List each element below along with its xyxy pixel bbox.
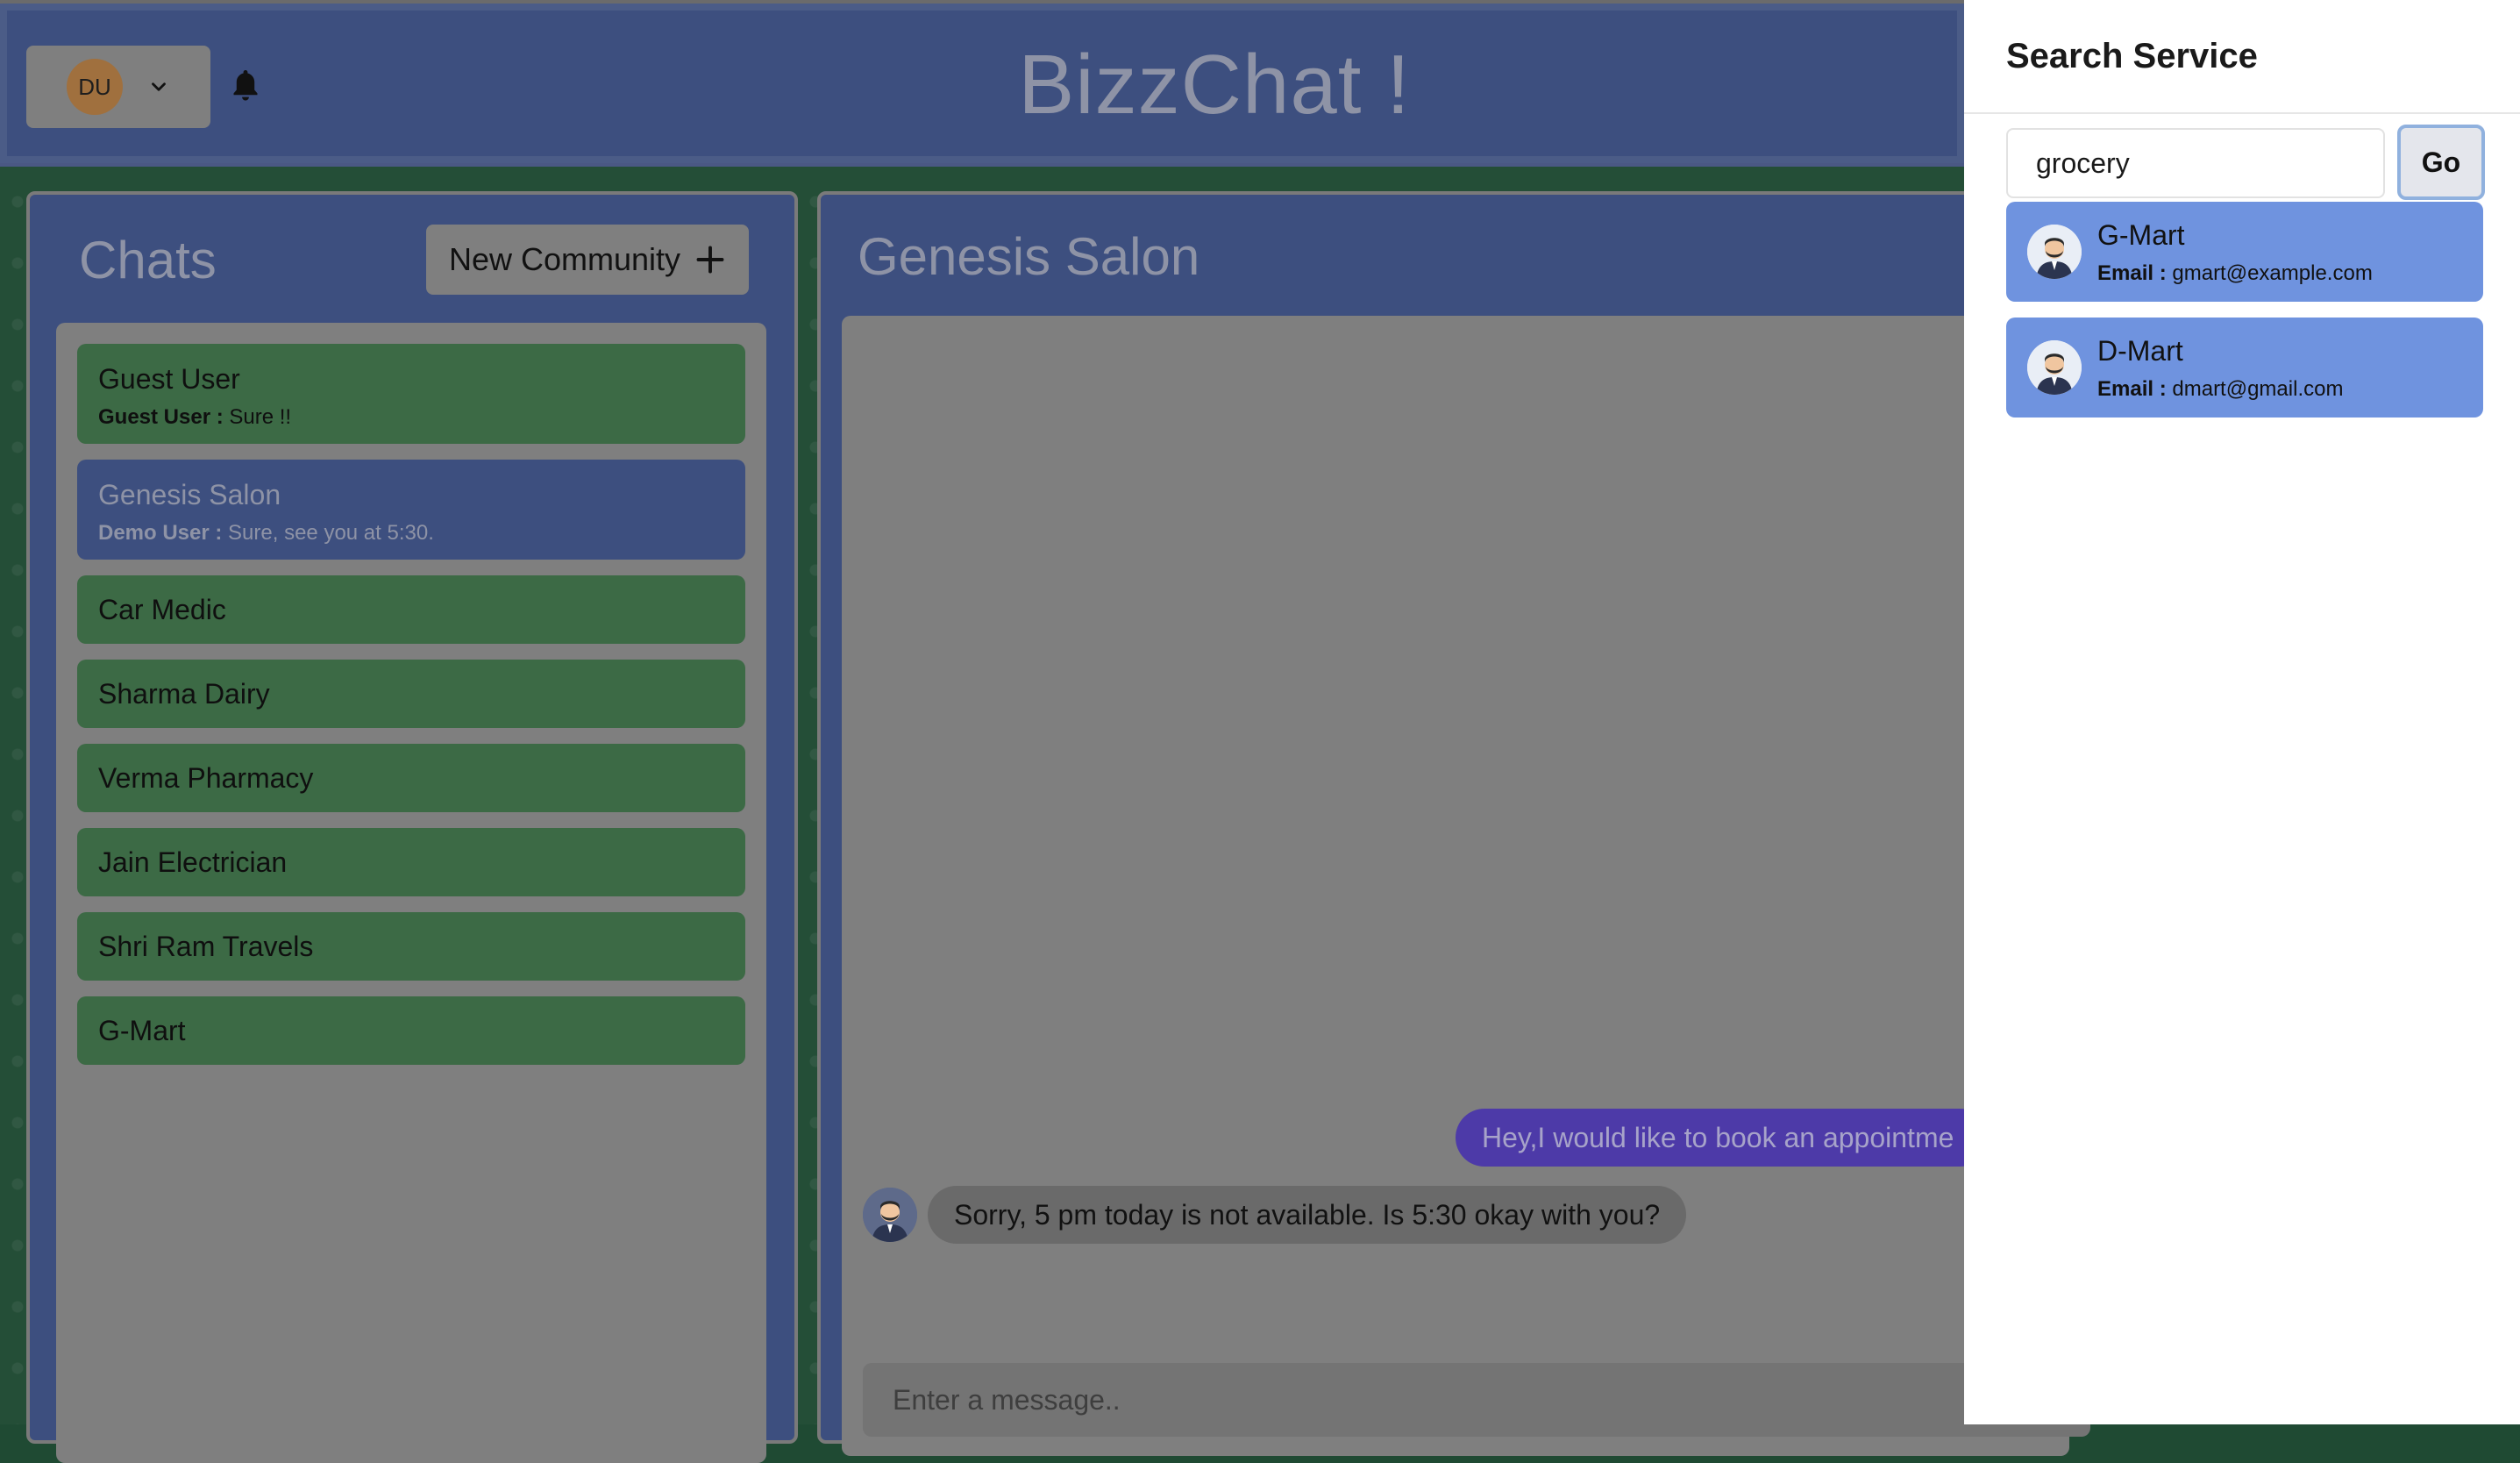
message-bubble-sent: Hey,I would like to book an appointme	[1456, 1109, 1990, 1167]
result-avatar	[2027, 225, 2082, 279]
chat-item-shri-ram-travels[interactable]: Shri Ram Travels	[77, 912, 745, 981]
chat-item-g-mart[interactable]: G-Mart	[77, 996, 745, 1065]
drawer-title: Search Service	[2006, 37, 2258, 75]
search-result-item[interactable]: G-Mart Email : gmart@example.com	[2006, 202, 2483, 302]
chats-panel: Chats New Community Guest User Guest Use…	[26, 191, 798, 1463]
result-email-value: gmart@example.com	[2172, 261, 2373, 285]
result-avatar	[2027, 340, 2082, 395]
chat-item-message: Sure, see you at 5:30.	[228, 521, 434, 545]
chat-item-sender: Guest User	[98, 405, 211, 429]
message-area: Hey,I would like to book an appointme So…	[842, 316, 2090, 1456]
chat-item-name: Verma Pharmacy	[98, 762, 314, 794]
person-icon	[2027, 340, 2082, 395]
search-input[interactable]	[2006, 128, 2385, 198]
conversation-panel: Genesis Salon Hey,I would like to book a…	[817, 191, 2090, 1456]
chat-item-verma-pharmacy[interactable]: Verma Pharmacy	[77, 744, 745, 812]
chat-item-name: Guest User	[98, 363, 240, 395]
result-email-value: dmart@gmail.com	[2172, 377, 2344, 401]
sender-avatar	[863, 1188, 917, 1242]
chat-item-sender: Demo User	[98, 521, 210, 545]
search-result-item[interactable]: D-Mart Email : dmart@gmail.com	[2006, 318, 2483, 417]
chat-item-name: Genesis Salon	[98, 479, 281, 510]
new-community-label: New Community	[448, 241, 681, 277]
chat-item-guest-user[interactable]: Guest User Guest User : Sure !!	[77, 344, 745, 444]
chat-item-name: Car Medic	[98, 594, 226, 625]
message-input[interactable]	[863, 1363, 2090, 1437]
result-email-label: Email :	[2097, 261, 2167, 285]
result-email: Email : gmart@example.com	[2097, 261, 2373, 286]
chat-item-car-medic[interactable]: Car Medic	[77, 575, 745, 644]
conversation-title: Genesis Salon	[858, 227, 1200, 286]
result-email-label: Email :	[2097, 377, 2167, 401]
result-name: G-Mart	[2097, 219, 2185, 251]
chat-item-message: Sure !!	[229, 405, 292, 429]
app-header: DU BizzChat !	[0, 4, 1964, 167]
chats-title: Chats	[79, 231, 217, 289]
result-name: D-Mart	[2097, 335, 2183, 367]
person-icon	[2027, 225, 2082, 279]
new-community-button[interactable]: New Community	[426, 225, 749, 295]
search-drawer: Search Service Go G-Mart Email : gmart@e…	[1964, 0, 2520, 1424]
drawer-divider	[1964, 112, 2520, 114]
result-email: Email : dmart@gmail.com	[2097, 377, 2343, 402]
chat-item-preview: Demo User : Sure, see you at 5:30.	[98, 521, 434, 545]
chat-item-genesis-salon[interactable]: Genesis Salon Demo User : Sure, see you …	[77, 460, 745, 560]
message-bubble-received: Sorry, 5 pm today is not available. Is 5…	[928, 1186, 1687, 1244]
plus-icon	[696, 246, 724, 274]
chat-item-sharma-dairy[interactable]: Sharma Dairy	[77, 660, 745, 728]
chat-item-name: Shri Ram Travels	[98, 931, 314, 962]
go-button[interactable]: Go	[2397, 125, 2485, 200]
chat-list: Guest User Guest User : Sure !! Genesis …	[56, 323, 766, 1463]
chat-item-preview: Guest User : Sure !!	[98, 405, 292, 429]
person-icon	[863, 1188, 917, 1242]
chat-item-name: Sharma Dairy	[98, 678, 270, 710]
chat-item-name: G-Mart	[98, 1015, 186, 1046]
chat-item-jain-electrician[interactable]: Jain Electrician	[77, 828, 745, 896]
chat-item-name: Jain Electrician	[98, 846, 288, 878]
